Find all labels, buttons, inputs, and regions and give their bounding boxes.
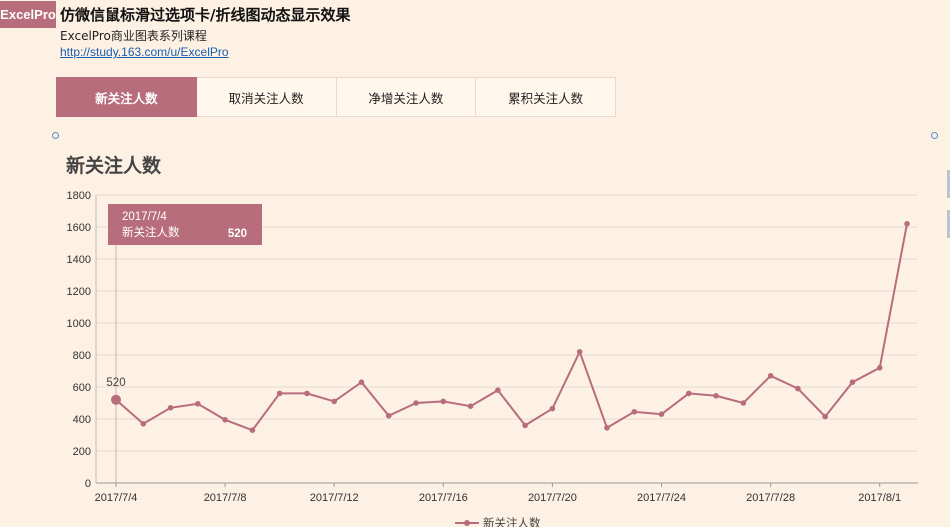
data-point xyxy=(876,365,883,371)
data-point xyxy=(358,379,365,385)
y-tick-label: 1600 xyxy=(67,222,91,234)
data-point xyxy=(440,398,447,405)
series-line xyxy=(115,223,908,432)
y-tick-label: 800 xyxy=(73,350,91,362)
y-tick-label: 200 xyxy=(73,446,91,458)
tab-new-followers[interactable]: 新关注人数 xyxy=(56,77,197,117)
data-point xyxy=(604,425,610,431)
data-point xyxy=(740,400,747,406)
tab-bar: 新关注人数 取消关注人数 净增关注人数 累积关注人数 xyxy=(56,77,616,117)
data-point xyxy=(495,387,501,393)
x-tick-label: 2017/7/24 xyxy=(637,492,686,504)
data-point xyxy=(576,349,583,355)
data-point xyxy=(713,393,719,399)
data-point xyxy=(795,385,801,392)
x-tick-label: 2017/7/28 xyxy=(746,492,795,504)
data-point xyxy=(467,403,474,410)
line-chart: 新关注人数 0 200 400 600 800 1000 1200 1400 1600 1800 20… xyxy=(66,154,918,527)
data-point xyxy=(904,221,910,227)
y-tick-label: 600 xyxy=(73,382,91,394)
tab-net-followers[interactable]: 净增关注人数 xyxy=(336,77,477,117)
data-label: 520 xyxy=(106,377,125,389)
data-point xyxy=(658,411,665,418)
page-subtitle: ExcelPro商业图表系列课程 xyxy=(60,29,207,43)
data-point xyxy=(276,390,283,397)
y-tick-label: 0 xyxy=(85,478,91,490)
x-tick-label: 2017/7/16 xyxy=(419,492,468,504)
resize-handle-right[interactable] xyxy=(931,132,938,139)
data-point xyxy=(849,379,856,385)
data-point xyxy=(222,417,228,423)
y-tick-label: 400 xyxy=(73,414,91,426)
data-point xyxy=(167,405,174,411)
data-point xyxy=(195,401,201,407)
data-point xyxy=(767,373,774,379)
x-tick-label: 2017/7/8 xyxy=(204,492,247,504)
y-tick-label: 1400 xyxy=(67,254,91,266)
course-link[interactable]: http://study.163.com/u/ExcelPro xyxy=(60,45,229,59)
x-tick-label: 2017/8/1 xyxy=(858,492,901,504)
tooltip-value: 520 xyxy=(228,228,247,240)
data-point xyxy=(249,427,256,434)
y-tick-label: 1200 xyxy=(67,286,91,298)
excelpro-logo: ExcelPro xyxy=(0,1,56,28)
data-point xyxy=(822,413,828,420)
data-point xyxy=(385,413,392,419)
data-point xyxy=(413,400,419,406)
tooltip-series: 新关注人数 xyxy=(122,225,180,239)
tooltip-date: 2017/7/4 xyxy=(122,211,167,223)
chart-title: 新关注人数 xyxy=(66,154,162,177)
data-point xyxy=(549,405,556,412)
x-tick-label: 2017/7/20 xyxy=(528,492,577,504)
resize-handle-left[interactable] xyxy=(52,132,59,139)
data-point xyxy=(140,421,147,427)
legend-label: 新关注人数 xyxy=(483,516,541,527)
x-tick-label: 2017/7/4 xyxy=(95,492,138,504)
page-title: 仿微信鼠标滑过选项卡/折线图动态显示效果 xyxy=(60,6,351,24)
tab-unfollows[interactable]: 取消关注人数 xyxy=(196,77,337,117)
legend-marker xyxy=(464,520,470,526)
y-tick-label: 1000 xyxy=(67,318,91,330)
data-point xyxy=(331,398,338,405)
x-tick-label: 2017/7/12 xyxy=(310,492,359,504)
y-tick-label: 1800 xyxy=(67,190,91,202)
tab-cumulative-followers[interactable]: 累积关注人数 xyxy=(476,77,616,117)
data-point xyxy=(685,390,692,397)
data-point xyxy=(631,409,638,415)
data-point xyxy=(111,394,121,405)
data-point xyxy=(522,422,528,429)
data-point xyxy=(304,390,310,397)
